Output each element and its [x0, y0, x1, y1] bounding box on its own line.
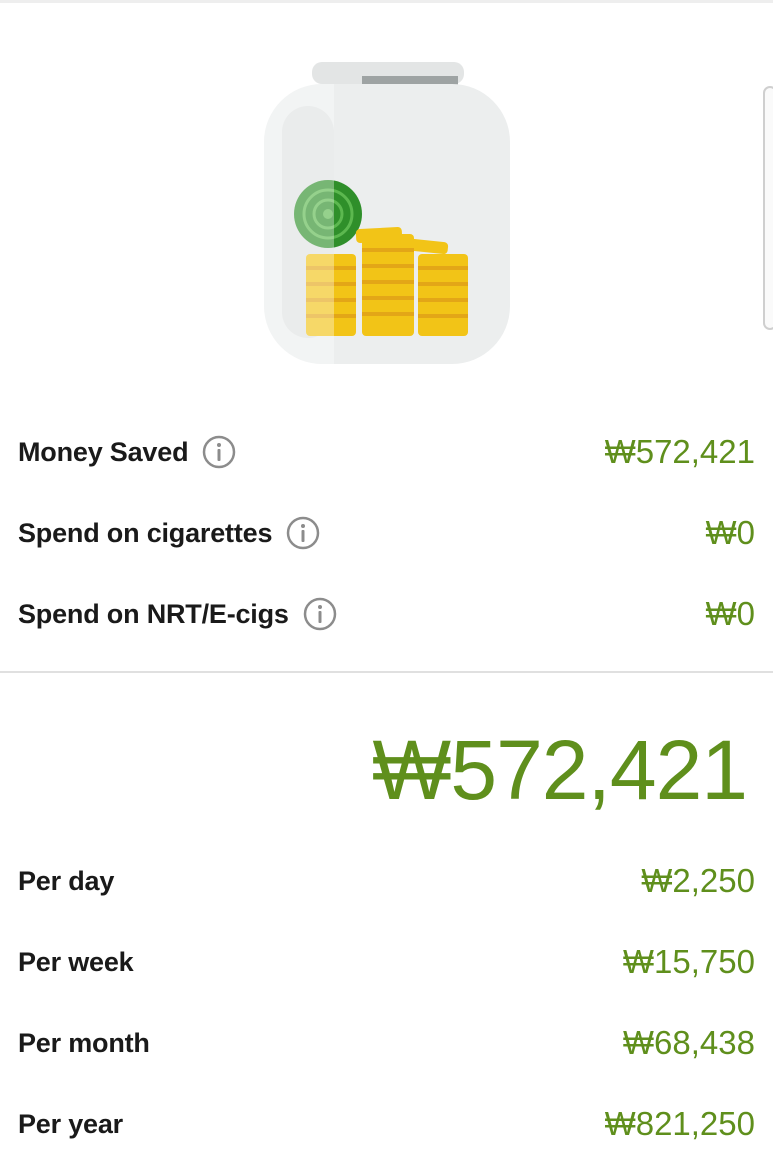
- info-circle-icon[interactable]: [202, 435, 236, 469]
- spend-cigarettes-value: ₩0: [705, 514, 756, 551]
- per-day-row: Per day ₩2,250: [0, 851, 773, 911]
- per-month-value: ₩68,438: [622, 1024, 755, 1061]
- info-circle-icon[interactable]: [286, 516, 320, 550]
- spend-nrt-value: ₩0: [705, 595, 756, 632]
- section-divider: [0, 671, 773, 673]
- info-circle-icon[interactable]: [303, 597, 337, 631]
- spend-cigarettes-row: Spend on cigarettes ₩0: [0, 503, 773, 563]
- coin-jar-icon: [264, 62, 510, 364]
- top-divider: [0, 0, 773, 3]
- per-day-label: Per day: [18, 866, 115, 896]
- money-saved-value: ₩572,421: [604, 433, 755, 470]
- money-saved-label: Money Saved: [18, 422, 236, 482]
- per-week-label: Per week: [18, 947, 134, 977]
- side-scroll-handle[interactable]: [763, 86, 773, 330]
- per-month-row: Per month ₩68,438: [0, 1013, 773, 1073]
- spend-nrt-label: Spend on NRT/E-cigs: [18, 584, 337, 644]
- per-year-label: Per year: [18, 1109, 123, 1139]
- per-month-label: Per month: [18, 1028, 150, 1058]
- per-week-row: Per week ₩15,750: [0, 932, 773, 992]
- money-saved-row: Money Saved ₩572,421: [0, 422, 773, 482]
- spend-cigarettes-label: Spend on cigarettes: [18, 503, 320, 563]
- per-year-value: ₩821,250: [604, 1105, 755, 1142]
- spend-nrt-row: Spend on NRT/E-cigs ₩0: [0, 584, 773, 644]
- total-money-saved: ₩572,421: [372, 723, 748, 817]
- per-week-value: ₩15,750: [622, 943, 755, 980]
- per-year-row: Per year ₩821,250: [0, 1094, 773, 1154]
- per-day-value: ₩2,250: [641, 862, 755, 899]
